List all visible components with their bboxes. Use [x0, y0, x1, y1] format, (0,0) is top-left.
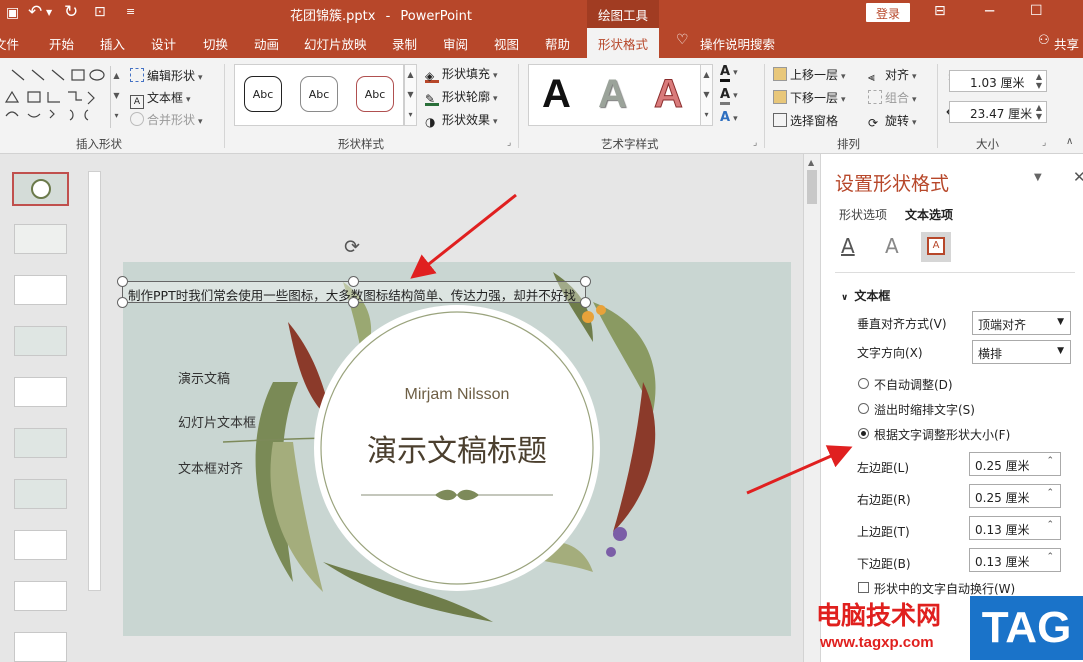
annotation-arrows — [410, 193, 853, 495]
red-arrow — [746, 445, 853, 495]
watermark-site-name: 电脑技术网 — [816, 601, 942, 630]
red-arrow — [410, 193, 517, 279]
watermark-url: www.tagxp.com — [820, 634, 934, 651]
watermark: 电脑技术网 www.tagxp.com TAG — [812, 594, 1083, 662]
watermark-logo: TAG — [970, 596, 1083, 660]
